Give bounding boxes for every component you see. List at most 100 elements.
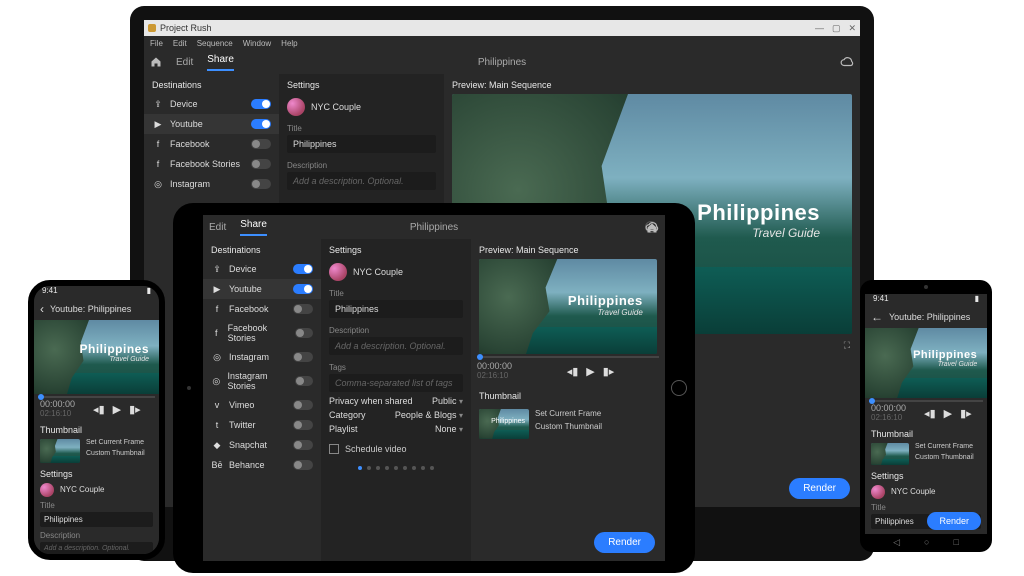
- render-button[interactable]: Render: [594, 532, 655, 553]
- toggle[interactable]: [293, 440, 313, 450]
- play-icon[interactable]: ▶: [944, 407, 952, 420]
- video-subtitle: Travel Guide: [697, 226, 820, 240]
- dest-instagram-stories[interactable]: ◎Instagram Stories: [203, 367, 321, 395]
- dest-device[interactable]: ⇪Device: [144, 94, 279, 114]
- settings-panel: Settings NYC Couple Title Philippines De…: [321, 239, 471, 561]
- dest-facebook-stories[interactable]: fFacebook Stories: [144, 154, 279, 174]
- close-icon[interactable]: ✕: [848, 23, 856, 34]
- step-back-icon[interactable]: ◂▮: [924, 407, 936, 420]
- dest-facebook[interactable]: fFacebook: [203, 299, 321, 319]
- toggle-facebook[interactable]: [251, 139, 271, 149]
- account-row[interactable]: NYC Couple: [34, 481, 159, 499]
- creative-cloud-icon[interactable]: [645, 222, 659, 232]
- nav-recent-icon[interactable]: □: [953, 537, 958, 549]
- settings-heading: Settings: [865, 467, 987, 483]
- dest-behance[interactable]: BēBehance: [203, 455, 321, 475]
- instagram-icon: ◎: [211, 375, 222, 387]
- title-label: Title: [279, 120, 444, 135]
- play-icon[interactable]: ▶: [586, 365, 594, 378]
- set-current-frame-link[interactable]: Set Current Frame: [915, 443, 974, 450]
- custom-thumbnail-link[interactable]: Custom Thumbnail: [86, 450, 145, 457]
- step-forward-icon[interactable]: ▮▸: [129, 403, 141, 416]
- account-name: NYC Couple: [311, 102, 361, 112]
- account-row[interactable]: NYC Couple: [279, 94, 444, 120]
- account-row[interactable]: NYC Couple: [321, 259, 471, 285]
- dest-instagram[interactable]: ◎Instagram: [144, 174, 279, 194]
- tab-edit[interactable]: Edit: [209, 222, 226, 233]
- playlist-dropdown[interactable]: PlaylistNone ▾: [329, 424, 463, 434]
- nav-back-icon[interactable]: ◁: [893, 537, 900, 549]
- menu-edit[interactable]: Edit: [173, 39, 187, 48]
- toggle[interactable]: [293, 420, 313, 430]
- menu-window[interactable]: Window: [243, 39, 271, 48]
- toggle[interactable]: [293, 460, 313, 470]
- toggle[interactable]: [295, 376, 313, 386]
- dest-youtube[interactable]: ▶Youtube: [144, 114, 279, 134]
- tab-edit[interactable]: Edit: [176, 57, 193, 68]
- creative-cloud-icon[interactable]: [840, 57, 854, 67]
- category-dropdown[interactable]: CategoryPeople & Blogs ▾: [329, 410, 463, 420]
- toggle-youtube[interactable]: [251, 119, 271, 129]
- scrub-bar[interactable]: [869, 400, 983, 402]
- toggle-facebook-stories[interactable]: [251, 159, 271, 169]
- scrub-bar[interactable]: [38, 396, 155, 398]
- menu-file[interactable]: File: [150, 39, 163, 48]
- scrub-bar[interactable]: [477, 356, 659, 358]
- title-input[interactable]: Philippines: [40, 512, 153, 527]
- menu-help[interactable]: Help: [281, 39, 297, 48]
- ipad-home-button[interactable]: [671, 380, 687, 396]
- tags-input[interactable]: Comma-separated list of tags: [329, 374, 463, 392]
- dest-instagram[interactable]: ◎Instagram: [203, 347, 321, 367]
- video-title: Philippines: [568, 293, 643, 308]
- toggle[interactable]: [293, 284, 313, 294]
- home-icon[interactable]: [150, 56, 162, 68]
- render-button[interactable]: Render: [927, 512, 981, 530]
- back-icon[interactable]: ‹: [40, 302, 44, 316]
- title-input[interactable]: Philippines: [287, 135, 436, 153]
- fullscreen-icon[interactable]: ⛶: [844, 340, 850, 351]
- maximize-icon[interactable]: ▢: [832, 23, 841, 34]
- toggle[interactable]: [293, 352, 313, 362]
- description-label: Description: [321, 322, 471, 337]
- title-input[interactable]: Philippines: [329, 300, 463, 318]
- behance-icon: Bē: [211, 459, 223, 471]
- description-input[interactable]: Add a description. Optional.: [329, 337, 463, 355]
- toggle[interactable]: [293, 264, 313, 274]
- toggle[interactable]: [295, 328, 313, 338]
- dest-snapchat[interactable]: ◆Snapchat: [203, 435, 321, 455]
- dest-vimeo[interactable]: vVimeo: [203, 395, 321, 415]
- schedule-checkbox[interactable]: Schedule video: [321, 438, 471, 460]
- set-current-frame-link[interactable]: Set Current Frame: [535, 409, 602, 418]
- step-back-icon[interactable]: ◂▮: [93, 403, 105, 416]
- menu-sequence[interactable]: Sequence: [197, 39, 233, 48]
- set-current-frame-link[interactable]: Set Current Frame: [86, 439, 145, 446]
- dest-twitter[interactable]: tTwitter: [203, 415, 321, 435]
- step-back-icon[interactable]: ◂▮: [567, 365, 579, 378]
- minimize-icon[interactable]: —: [815, 23, 824, 34]
- back-icon[interactable]: ←: [871, 310, 883, 324]
- description-input[interactable]: Add a description. Optional.: [287, 172, 436, 190]
- video-subtitle: Travel Guide: [79, 356, 149, 363]
- dest-device[interactable]: ⇪Device: [203, 259, 321, 279]
- toggle-device[interactable]: [251, 99, 271, 109]
- toggle[interactable]: [293, 304, 313, 314]
- title-label: Title: [34, 499, 159, 512]
- dest-facebook[interactable]: fFacebook: [144, 134, 279, 154]
- step-forward-icon[interactable]: ▮▸: [960, 407, 972, 420]
- toggle[interactable]: [293, 400, 313, 410]
- step-forward-icon[interactable]: ▮▸: [603, 365, 615, 378]
- custom-thumbnail-link[interactable]: Custom Thumbnail: [915, 454, 974, 461]
- tab-share[interactable]: Share: [207, 54, 234, 71]
- nav-home-icon[interactable]: ○: [924, 537, 929, 549]
- dest-facebook-stories[interactable]: fFacebook Stories: [203, 319, 321, 347]
- thumbnail-row: Set Current Frame Custom Thumbnail: [865, 441, 987, 467]
- dest-youtube[interactable]: ▶Youtube: [203, 279, 321, 299]
- render-button[interactable]: Render: [789, 478, 850, 499]
- account-row[interactable]: NYC Couple: [865, 483, 987, 501]
- privacy-dropdown[interactable]: Privacy when sharedPublic ▾: [329, 396, 463, 406]
- toggle-instagram[interactable]: [251, 179, 271, 189]
- description-input[interactable]: Add a description. Optional.: [40, 542, 153, 554]
- tab-share[interactable]: Share: [240, 219, 267, 236]
- play-icon[interactable]: ▶: [113, 403, 121, 416]
- custom-thumbnail-link[interactable]: Custom Thumbnail: [535, 422, 602, 431]
